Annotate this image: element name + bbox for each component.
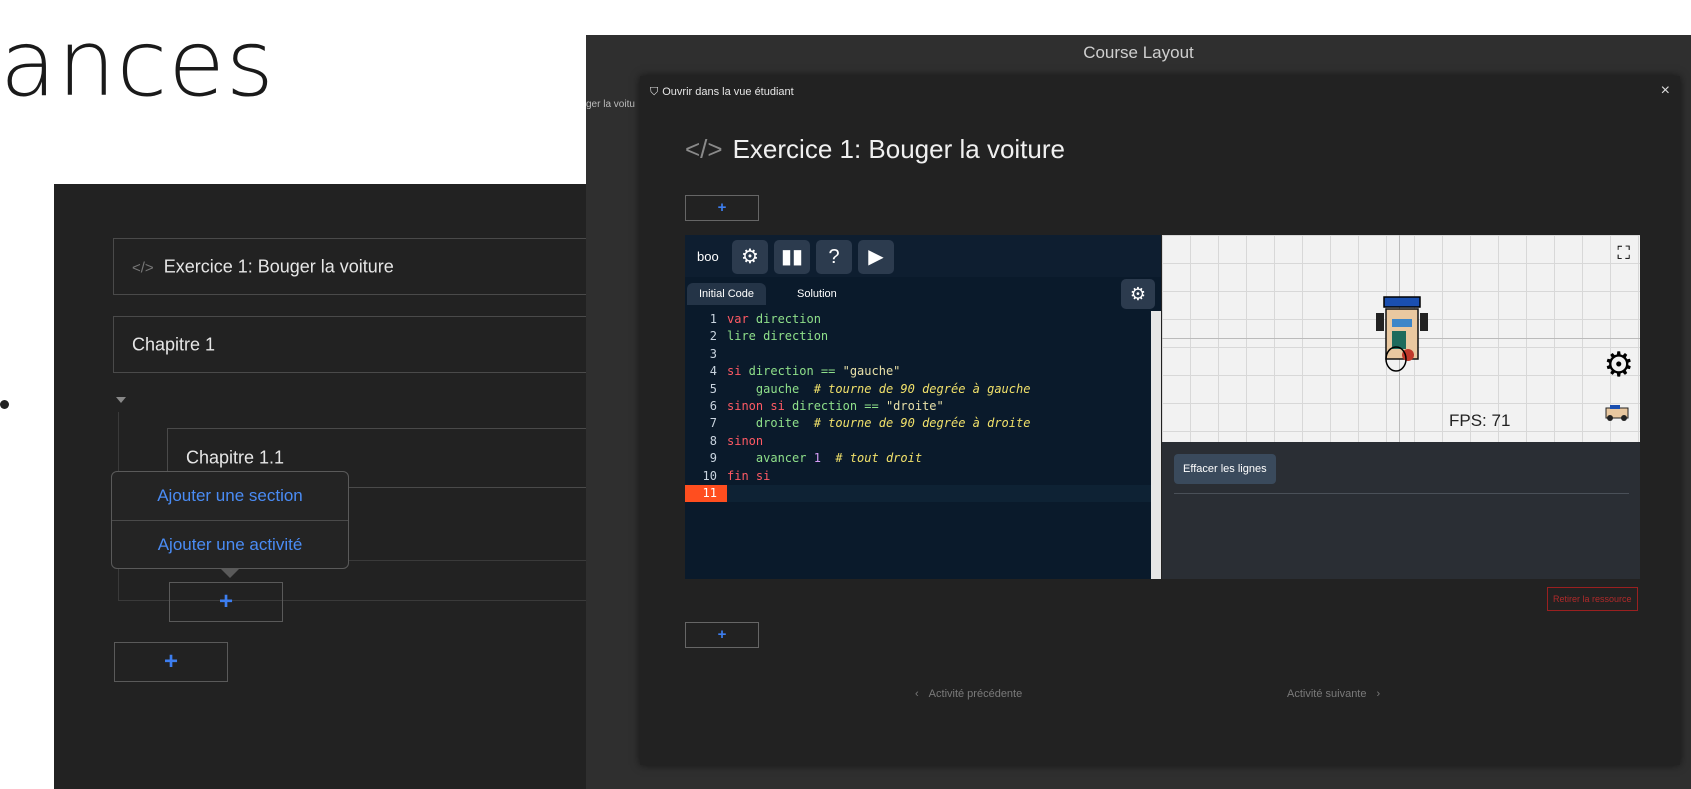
- clear-lines-button[interactable]: Effacer les lignes: [1174, 454, 1276, 484]
- code-line: 6 sinon si direction == "droite": [685, 398, 1151, 415]
- editor-toolbar: boo ⚙ ▮▮ ? ▶: [685, 235, 1161, 277]
- code-line: 10 fin si: [685, 468, 1151, 485]
- panel-divider: [1174, 493, 1629, 494]
- subchapter-item-label: Chapitre 1.1: [186, 447, 285, 468]
- code-line: 8 sinon: [685, 433, 1151, 450]
- remove-resource-button[interactable]: Retirer la ressource: [1547, 587, 1638, 611]
- line-number: 4: [709, 364, 717, 379]
- chapter-item[interactable]: Chapitre 1: [113, 316, 600, 373]
- code-icon: </>: [685, 134, 723, 164]
- code-text: droite: [727, 416, 814, 431]
- line-number: 5: [709, 381, 717, 396]
- code-keyword: si: [727, 364, 742, 379]
- activity-modal: ⛉ Ouvrir dans la vue étudiant × </> Exerci…: [640, 76, 1680, 765]
- code-line: 2 lire direction: [685, 328, 1151, 345]
- code-text: direction ==: [784, 398, 886, 413]
- current-code-line: 11: [685, 484, 1151, 503]
- code-text: direction: [748, 312, 821, 326]
- chevron-right-icon: ›: [1376, 688, 1381, 700]
- code-area[interactable]: 1 var direction 2 lire direction 3 4 si dir…: [685, 311, 1151, 503]
- add-resource-top-button[interactable]: +: [685, 195, 759, 221]
- code-text: lire direction: [727, 329, 829, 344]
- line-number: 6: [709, 398, 717, 413]
- line-number: 1: [709, 312, 717, 326]
- tab-solution[interactable]: Solution: [785, 283, 849, 305]
- slide-bullet: [0, 400, 9, 409]
- play-icon[interactable]: ▶: [858, 240, 894, 274]
- code-line: 1 var direction: [685, 311, 1151, 328]
- background-activity-strip: ger la voitu: [586, 83, 641, 157]
- code-keyword: sinon si: [727, 398, 785, 413]
- code-text: direction ==: [741, 364, 843, 379]
- popup-arrow: [220, 568, 240, 578]
- code-string: "droite": [885, 398, 944, 413]
- fullscreen-icon[interactable]: ⛶: [1617, 243, 1630, 264]
- exercise-title: </> Exercice 1: Bouger la voiture: [685, 134, 1065, 165]
- open-student-view-link[interactable]: ⛉ Ouvrir dans la vue étudiant: [650, 86, 794, 99]
- activity-item-label: Exercice 1: Bouger la voiture: [163, 256, 394, 276]
- editor-scrollbar[interactable]: [1151, 311, 1161, 579]
- code-line: 5 gauche # tourne de 90 degrée à gauche: [685, 381, 1151, 398]
- code-line: 4 si direction == "gauche": [685, 363, 1151, 380]
- add-section-menu-item[interactable]: Ajouter une section: [112, 472, 348, 520]
- activity-item[interactable]: </> Exercice 1: Bouger la voiture: [113, 238, 600, 295]
- line-number: 2: [709, 329, 717, 344]
- fps-counter: FPS: 71: [1449, 411, 1511, 430]
- code-comment: # tout droit: [820, 451, 923, 466]
- code-keyword: sinon: [727, 433, 764, 448]
- add-chapter-button[interactable]: +: [114, 642, 228, 682]
- chevron-left-icon: ‹: [915, 688, 919, 700]
- editor-settings-gear-icon[interactable]: ⚙: [1121, 279, 1155, 309]
- student-icon: ⛉: [650, 86, 659, 98]
- code-keyword: fin si: [727, 468, 771, 483]
- code-editor: boo ⚙ ▮▮ ? ▶ Initial Code Solution ⚙ 1 va…: [685, 235, 1161, 579]
- line-number: 11: [685, 484, 727, 503]
- add-resource-bottom-button[interactable]: +: [685, 622, 759, 648]
- line-number: 8: [709, 433, 717, 448]
- program-name: boo: [697, 249, 719, 264]
- code-string: "gauche": [842, 364, 901, 379]
- slide-title: ances: [0, 10, 275, 117]
- tab-initial-code[interactable]: Initial Code: [687, 283, 767, 305]
- previous-activity-link[interactable]: ‹ Activité précédente: [915, 688, 1022, 700]
- settings-gear-icon[interactable]: ⚙: [732, 240, 768, 274]
- next-activity-link[interactable]: Activité suivante ›: [1287, 688, 1380, 700]
- line-number: 9: [709, 451, 717, 466]
- simulator-controls-panel: Effacer les lignes: [1162, 442, 1640, 579]
- code-line: 7 droite # tourne de 90 degrée à droite: [685, 415, 1151, 432]
- exercise-title-label: Exercice 1: Bouger la voiture: [732, 134, 1065, 164]
- code-comment: # tourne de 90 degrée à droite: [813, 416, 1031, 431]
- robot-simulator[interactable]: ⛶ ⚙ FPS: 71: [1162, 235, 1640, 442]
- line-number: 10: [702, 468, 717, 483]
- code-line: 3: [685, 346, 1151, 363]
- open-student-view-label: Ouvrir dans la vue étudiant: [662, 86, 794, 98]
- mini-robot-icon[interactable]: [1604, 403, 1630, 421]
- add-item-button[interactable]: +: [169, 582, 283, 622]
- sim-settings-gear-icon[interactable]: ⚙: [1604, 345, 1634, 385]
- code-icon: </>: [132, 259, 154, 276]
- chapter-item-label: Chapitre 1: [132, 334, 216, 354]
- book-icon[interactable]: ▮▮: [774, 240, 810, 274]
- previous-activity-label: Activité précédente: [928, 688, 1023, 700]
- code-text: avancer: [727, 451, 814, 466]
- strip-label: ger la voitu: [586, 99, 635, 110]
- line-number: 3: [709, 346, 717, 361]
- next-activity-label: Activité suivante: [1287, 688, 1367, 700]
- code-keyword: var: [727, 312, 749, 326]
- editor-tabs: Initial Code Solution: [685, 277, 1161, 305]
- code-comment: # tourne de 90 degrée à gauche: [813, 381, 1031, 396]
- code-line: 9 avancer 1 # tout droit: [685, 450, 1151, 467]
- collapse-caret-icon[interactable]: [116, 397, 126, 403]
- window-title: Course Layout: [1083, 43, 1194, 62]
- add-menu-popup: Ajouter une section Ajouter une activité: [111, 471, 349, 578]
- code-text: gauche: [727, 381, 814, 396]
- line-number: 7: [709, 416, 717, 431]
- add-activity-menu-item[interactable]: Ajouter une activité: [112, 521, 348, 569]
- robot-car-icon: [1376, 296, 1428, 372]
- code-number: 1: [813, 451, 821, 466]
- help-icon[interactable]: ?: [816, 240, 852, 274]
- close-icon[interactable]: ×: [1661, 82, 1670, 100]
